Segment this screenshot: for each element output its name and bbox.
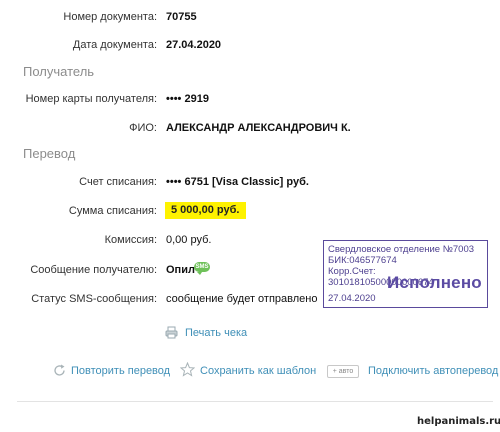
sms-status-value: сообщение будет отправлено	[166, 293, 318, 305]
watermark: helpanimals.ru	[417, 416, 500, 427]
recipient-fio-value: АЛЕКСАНДР АЛЕКСАНДРОВИЧ К.	[166, 122, 351, 134]
connect-autotransfer-link[interactable]: Подключить автоперевод	[368, 365, 498, 377]
stamp-branch: Свердловское отделение №7003	[328, 244, 475, 255]
bank-stamp: Свердловское отделение №7003 БИК:0465776…	[323, 240, 488, 308]
sms-status-label: Статус SMS-сообщения:	[31, 293, 157, 305]
recipient-section-title: Получатель	[23, 64, 95, 79]
printer-icon[interactable]	[165, 326, 178, 339]
transfer-section-title: Перевод	[23, 146, 76, 161]
commission-value: 0,00 руб.	[166, 234, 212, 246]
document-number-label: Номер документа:	[63, 11, 157, 23]
auto-badge[interactable]: + авто	[327, 365, 359, 378]
debit-account-label: Счет списания:	[79, 176, 157, 188]
document-date-value: 27.04.2020	[166, 39, 222, 51]
message-label: Сообщение получателю:	[30, 264, 157, 276]
document-number-value: 70755	[166, 11, 197, 23]
refresh-icon[interactable]	[52, 363, 67, 378]
star-icon[interactable]	[180, 362, 195, 377]
message-value: Опил	[166, 264, 195, 276]
commission-label: Комиссия:	[104, 234, 157, 246]
sms-bubble-icon: SMS	[194, 262, 210, 275]
recipient-card-label: Номер карты получателя:	[25, 93, 157, 105]
footer-divider	[17, 401, 493, 402]
repeat-transfer-link[interactable]: Повторить перевод	[71, 365, 170, 377]
stamp-date: 27.04.2020	[328, 293, 376, 304]
stamp-status: Исполнено	[387, 273, 482, 292]
recipient-fio-label: ФИО:	[129, 122, 157, 134]
debit-amount-value: 5 000,00 руб.	[165, 202, 246, 219]
debit-amount-label: Сумма списания:	[68, 205, 157, 217]
debit-account-value: •••• 6751 [Visa Classic] руб.	[166, 176, 309, 188]
recipient-card-value: •••• 2919	[166, 93, 209, 105]
print-receipt-link[interactable]: Печать чека	[185, 327, 247, 339]
document-date-label: Дата документа:	[72, 39, 157, 51]
save-template-link[interactable]: Сохранить как шаблон	[200, 365, 316, 377]
stamp-bik: БИК:046577674	[328, 255, 397, 266]
